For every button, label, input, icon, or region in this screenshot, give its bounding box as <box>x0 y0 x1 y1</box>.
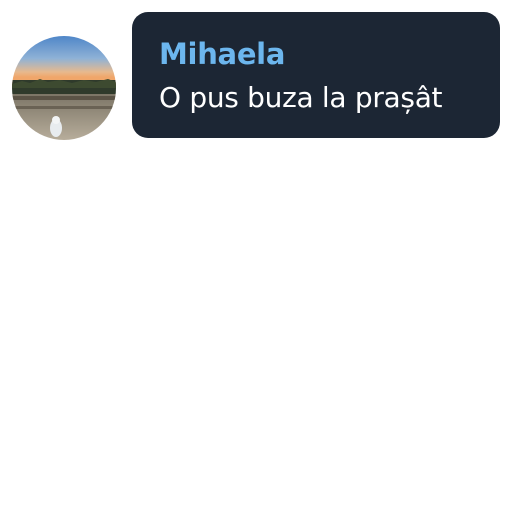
avatar[interactable] <box>12 36 116 140</box>
chat-message-row: Mihaela O pus buza la prașât <box>0 0 512 512</box>
sender-name: Mihaela <box>159 37 286 71</box>
message-text: O pus buza la prașât <box>159 81 443 114</box>
avatar-photo-icon <box>12 36 116 140</box>
message-bubble[interactable]: Mihaela O pus buza la prașât <box>132 12 500 138</box>
